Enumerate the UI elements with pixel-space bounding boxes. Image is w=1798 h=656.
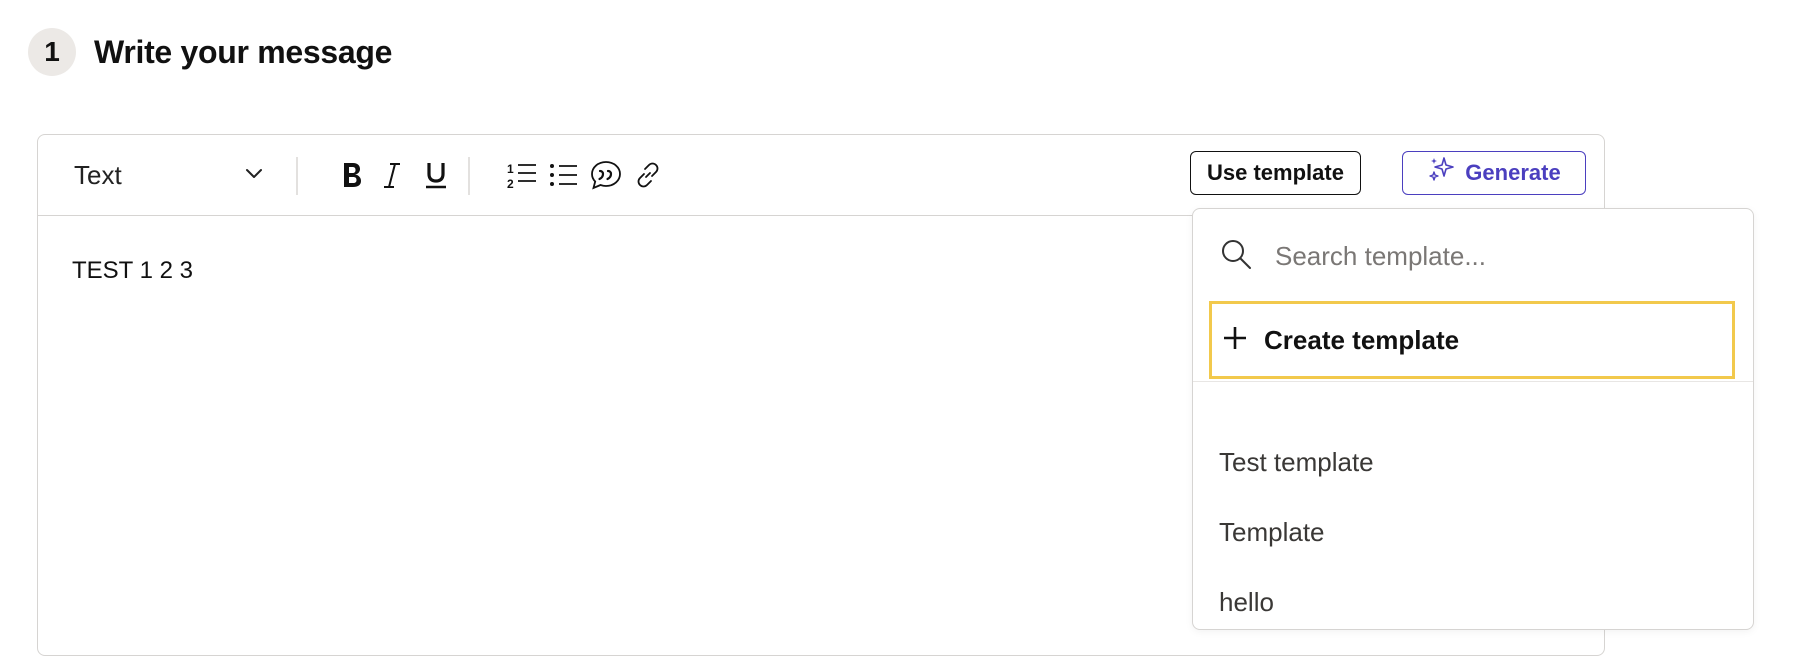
step-header: 1 Write your message	[28, 28, 392, 76]
editor-toolbar: Text 12 Use template Generate	[38, 135, 1604, 216]
create-template-label: Create template	[1264, 324, 1460, 355]
template-item[interactable]: Test template	[1219, 447, 1374, 478]
template-dropdown: Create template Test template Template h…	[1192, 208, 1754, 630]
create-template-option[interactable]: Create template	[1209, 301, 1735, 379]
text-style-label: Text	[74, 159, 122, 190]
template-item[interactable]: Template	[1219, 517, 1325, 548]
ordered-list-button[interactable]: 12	[500, 153, 544, 197]
toolbar-divider	[296, 157, 298, 195]
search-icon	[1219, 237, 1253, 276]
underline-icon	[422, 160, 450, 190]
underline-button[interactable]	[414, 153, 458, 197]
link-icon	[633, 160, 663, 190]
bullet-list-icon	[549, 161, 579, 189]
quote-icon	[590, 160, 622, 190]
bold-icon	[338, 160, 366, 190]
step-title: Write your message	[94, 33, 393, 70]
editor-content[interactable]: TEST 1 2 3	[72, 257, 193, 285]
bullet-list-button[interactable]	[542, 153, 586, 197]
use-template-button[interactable]: Use template	[1190, 151, 1361, 195]
svg-text:2: 2	[507, 177, 514, 190]
template-item[interactable]: hello	[1219, 587, 1274, 618]
quote-button[interactable]	[584, 153, 628, 197]
template-search	[1219, 237, 1717, 276]
dropdown-divider	[1193, 381, 1753, 382]
bold-button[interactable]	[330, 153, 374, 197]
ordered-list-icon: 12	[506, 160, 538, 190]
template-search-input[interactable]	[1273, 240, 1717, 273]
italic-button[interactable]	[370, 153, 414, 197]
link-button[interactable]	[626, 153, 670, 197]
plus-icon	[1222, 325, 1248, 356]
generate-label: Generate	[1465, 160, 1561, 185]
text-style-select[interactable]: Text	[74, 153, 264, 197]
toolbar-divider	[468, 157, 470, 195]
italic-icon	[380, 160, 404, 190]
generate-button[interactable]: Generate	[1402, 151, 1586, 195]
sparkles-icon	[1427, 155, 1457, 191]
step-number-badge: 1	[28, 28, 76, 76]
chevron-down-icon	[244, 163, 264, 188]
svg-text:1: 1	[507, 162, 514, 176]
